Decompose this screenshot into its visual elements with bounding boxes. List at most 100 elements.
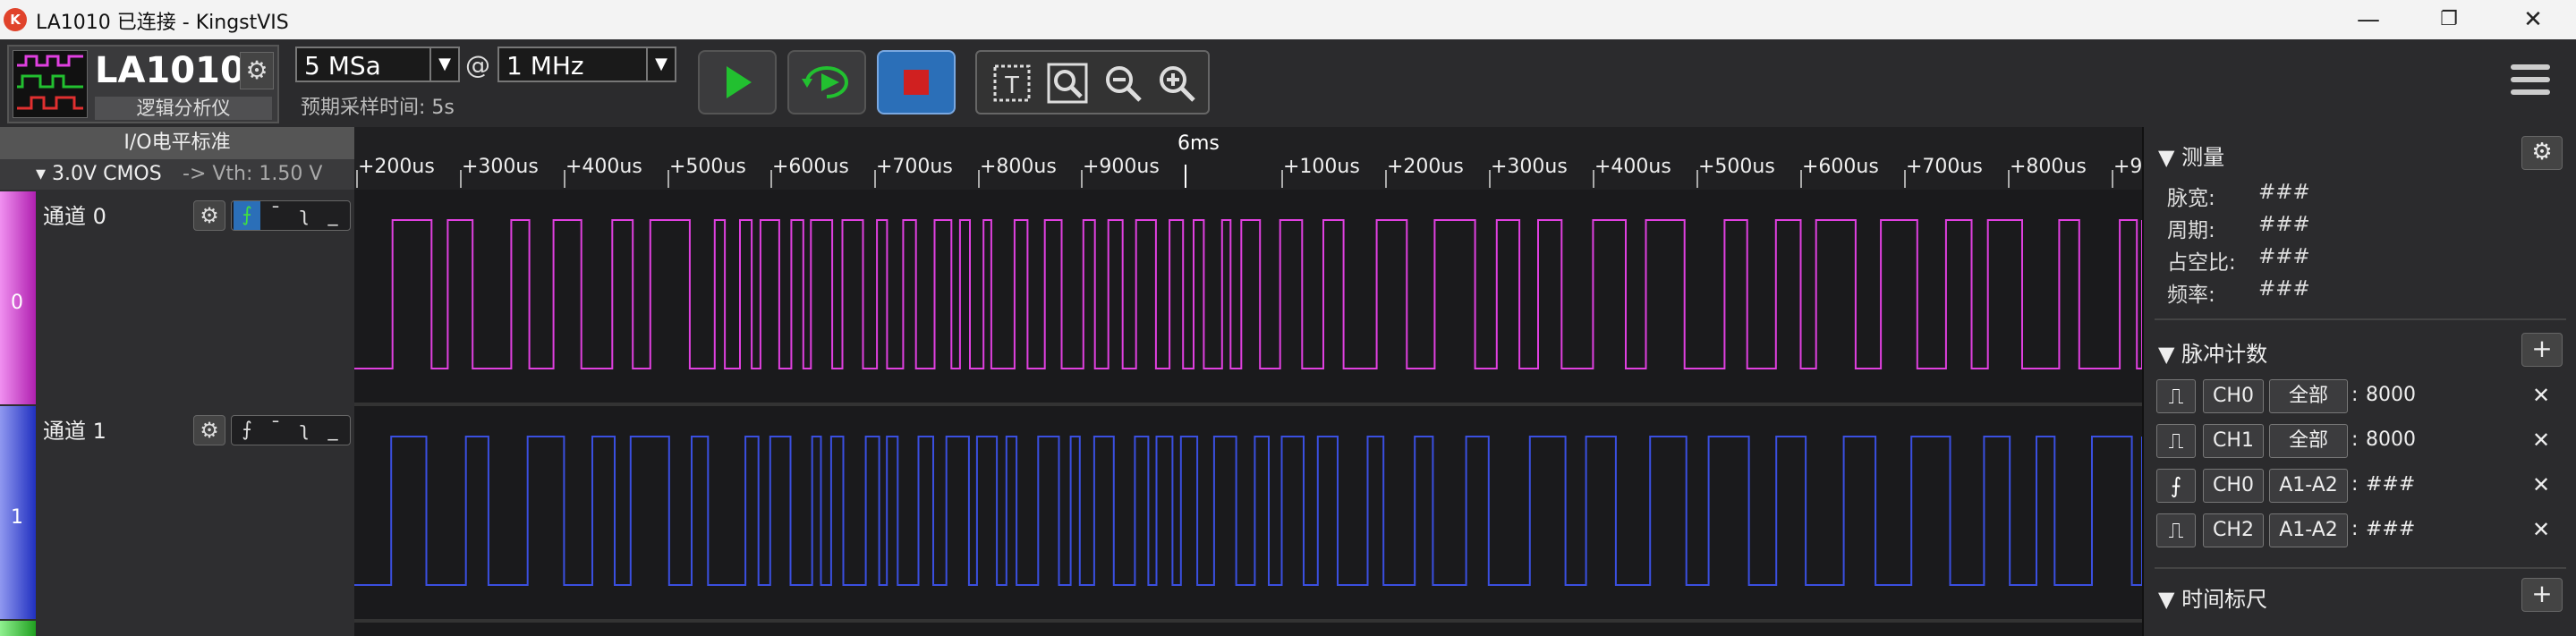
pulse-count-value: 8000 — [2366, 428, 2416, 451]
channel-1-waveform — [354, 436, 2142, 586]
pulse-icon[interactable]: ⎍ — [2156, 379, 2196, 413]
window-title: LA1010 已连接 - KingstVIS — [36, 12, 289, 34]
measure-label: 脉宽: — [2167, 187, 2215, 210]
measure-settings-gear-icon[interactable]: ⚙ — [2521, 136, 2563, 170]
pulse-range-select[interactable]: A1-A2 — [2269, 513, 2348, 547]
ruler-tick — [1800, 170, 1802, 188]
waveform-trace — [354, 436, 2142, 586]
device-panel[interactable]: LA1010 ⚙ 逻辑分析仪 — [7, 45, 279, 123]
high-level-icon[interactable]: ¯ — [262, 201, 289, 230]
add-time-marker-button[interactable]: + — [2521, 578, 2563, 612]
channel-0-settings-gear-icon[interactable]: ⚙ — [193, 200, 225, 231]
ruler-tick-label: +300us — [1491, 156, 1568, 178]
start-button[interactable] — [698, 50, 777, 114]
channel-0-name[interactable]: 通道 0 — [43, 199, 106, 230]
remove-icon[interactable]: ✕ — [2532, 469, 2550, 501]
sample-rate-select[interactable]: 1 MHz ▼ — [497, 47, 676, 82]
ruler-tick — [667, 170, 669, 188]
pulse-count-row: ⎍ CH2 A1-A2 : ### ✕ — [2156, 513, 2568, 547]
pulse-count-section-title[interactable]: ▼ 脉冲计数 — [2158, 336, 2267, 368]
measure-value: ### — [2258, 245, 2310, 268]
stop-icon — [879, 52, 954, 113]
rising-edge-icon[interactable]: ⨍ — [234, 201, 260, 230]
remove-icon[interactable]: ✕ — [2532, 513, 2550, 546]
falling-edge-icon[interactable]: ʅ — [291, 201, 318, 230]
play-icon — [700, 52, 775, 113]
ruler-tick — [1281, 170, 1283, 188]
ruler-tick-label: +700us — [1906, 156, 1983, 178]
measure-row: 频率: ### — [2167, 277, 2310, 308]
pulse-range-select[interactable]: 全部 — [2269, 379, 2348, 413]
ruler-tick-label: +90 — [2113, 156, 2142, 178]
time-ruler[interactable]: 6ms +200us +300us +400us +500us +600us +700us… — [354, 127, 2142, 190]
ruler-major-tick — [1185, 165, 1186, 188]
pulse-channel-select[interactable]: CH1 — [2203, 424, 2264, 458]
remove-icon[interactable]: ✕ — [2532, 424, 2550, 456]
loop-start-button[interactable] — [787, 50, 866, 114]
channel-1-settings-gear-icon[interactable]: ⚙ — [193, 415, 225, 445]
high-level-icon[interactable]: ¯ — [262, 416, 289, 445]
sample-depth-select[interactable]: 5 MSa ▼ — [295, 47, 460, 82]
ruler-tick — [1489, 170, 1491, 188]
ruler-tick-label: +200us — [358, 156, 435, 178]
section-divider — [2155, 318, 2566, 320]
zoom-area-icon[interactable] — [1045, 61, 1090, 106]
maximize-button[interactable]: ❐ — [2409, 0, 2489, 39]
hamburger-menu-icon[interactable] — [2511, 57, 2550, 107]
time-ruler-section-title[interactable]: ▼ 时间标尺 — [2158, 581, 2267, 613]
measure-section-title[interactable]: ▼ 测量 — [2158, 140, 2224, 171]
rising-edge-icon[interactable]: ⨍ — [2156, 469, 2196, 503]
pulse-range-select[interactable]: A1-A2 — [2269, 469, 2348, 503]
remove-icon[interactable]: ✕ — [2532, 379, 2550, 411]
channel-row-0[interactable]: 0 通道 0 ⚙ ⨍ ¯ ʅ _ — [0, 191, 354, 404]
ruler-tick-label: +500us — [669, 156, 746, 178]
minimize-button[interactable]: — — [2328, 0, 2409, 39]
title-bar: K LA1010 已连接 - KingstVIS — ❐ ✕ — [0, 0, 2576, 39]
device-settings-gear-icon[interactable]: ⚙ — [240, 52, 274, 89]
io-vth: -> Vth: 1.50 V — [183, 163, 323, 185]
pulse-channel-select[interactable]: CH0 — [2203, 469, 2264, 503]
loop-play-icon — [789, 52, 864, 113]
zoom-out-icon[interactable] — [1101, 61, 1145, 106]
pulse-icon[interactable]: ⎍ — [2156, 513, 2196, 547]
channel-separator — [354, 619, 2142, 623]
io-level-value: 3.0V CMOS — [52, 163, 162, 185]
ruler-tick — [356, 170, 358, 188]
channel-panel: I/O电平标准 ▾ 3.0V CMOS -> Vth: 1.50 V 0 通道 … — [0, 127, 354, 636]
io-standard-select[interactable]: ▾ 3.0V CMOS -> Vth: 1.50 V — [0, 159, 354, 190]
falling-edge-icon[interactable]: ʅ — [291, 416, 318, 445]
ruler-tick-label: +300us — [462, 156, 539, 178]
ruler-tick-label: +700us — [876, 156, 953, 178]
channel-1-name[interactable]: 通道 1 — [43, 413, 106, 445]
text-tool-icon[interactable]: T — [990, 61, 1034, 106]
logic-waveform-icon — [13, 50, 88, 118]
pulse-count-value: ### — [2366, 473, 2416, 496]
colon: : — [2351, 518, 2359, 540]
device-subtitle: 逻辑分析仪 — [95, 97, 272, 120]
low-level-icon[interactable]: _ — [319, 201, 346, 230]
zoom-in-icon[interactable] — [1154, 61, 1199, 106]
ruler-tick-label: +400us — [1594, 156, 1671, 178]
chevron-down-icon: ▼ — [429, 48, 458, 81]
stop-button[interactable] — [877, 50, 956, 114]
low-level-icon[interactable]: _ — [319, 416, 346, 445]
ruler-tick — [978, 170, 980, 188]
channel-1-index: 1 — [11, 506, 23, 529]
waveform-area[interactable] — [354, 190, 2142, 636]
channel-0-index: 0 — [11, 292, 23, 314]
channel-row-1[interactable]: 1 通道 1 ⚙ ⨍ ¯ ʅ _ — [0, 406, 354, 619]
pulse-channel-select[interactable]: CH0 — [2203, 379, 2264, 413]
add-pulse-count-button[interactable]: + — [2521, 333, 2563, 367]
pulse-channel-select[interactable]: CH2 — [2203, 513, 2264, 547]
close-button[interactable]: ✕ — [2493, 0, 2573, 39]
channel-row-2[interactable] — [0, 621, 354, 636]
rising-edge-icon[interactable]: ⨍ — [234, 416, 260, 445]
pulse-range-select[interactable]: 全部 — [2269, 424, 2348, 458]
colon: : — [2351, 473, 2359, 496]
measure-row: 脉宽: ### — [2167, 181, 2310, 211]
measure-row: 占空比: ### — [2167, 245, 2310, 276]
chevron-down-icon: ▼ — [646, 48, 675, 81]
ruler-tick — [2008, 170, 2010, 188]
ruler-tick-label: +900us — [1083, 156, 1160, 178]
pulse-icon[interactable]: ⎍ — [2156, 424, 2196, 458]
